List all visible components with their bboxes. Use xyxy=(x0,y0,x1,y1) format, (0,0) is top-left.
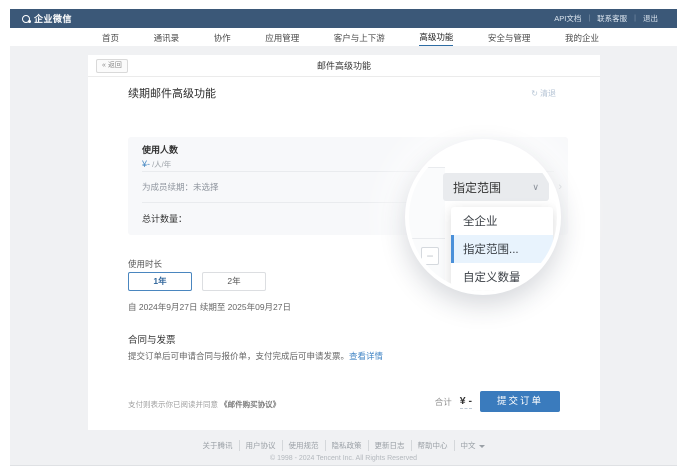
page-title: 邮件高级功能 xyxy=(88,55,600,77)
footer: 关于腾讯 用户协议 使用规范 隐私政策 更新日志 帮助中心 中文 © 1998 … xyxy=(10,440,677,462)
footer-links: 关于腾讯 用户协议 使用规范 隐私政策 更新日志 帮助中心 中文 xyxy=(10,440,677,451)
duration-options: 1年 2年 xyxy=(128,272,266,291)
divider xyxy=(409,238,445,239)
topbar: 企业微信 API文档 | 联系客服 | 退出 xyxy=(10,9,677,28)
renewal-period-text: 自 2024年9月27日 续期至 2025年09月27日 xyxy=(128,301,291,313)
api-docs-link[interactable]: API文档 xyxy=(547,13,588,24)
menu-option-specified-scope[interactable]: 指定范围... xyxy=(451,235,553,263)
wecom-logo-icon xyxy=(22,15,30,23)
topbar-links: API文档 | 联系客服 | 退出 xyxy=(547,13,665,24)
submit-order-button[interactable]: 提交订单 xyxy=(480,391,560,412)
contract-desc-text: 提交订单后可申请合同与报价单，支付完成后可申请发票。 xyxy=(128,351,349,361)
caret-down-icon xyxy=(479,445,485,448)
contract-invoice-title: 合同与发票 xyxy=(128,332,176,346)
agreement-text: 支付则表示你已阅读并同意 《邮件购买协议》 xyxy=(128,399,280,410)
magnified-box-edge xyxy=(409,167,445,291)
page: 企业微信 API文档 | 联系客服 | 退出 首页 通讯录 协作 应用管理 客户… xyxy=(0,0,688,470)
footer-help-center[interactable]: 帮助中心 xyxy=(412,440,455,451)
nav-my-enterprise[interactable]: 我的企业 xyxy=(565,29,599,46)
wecom-logo-text: 企业微信 xyxy=(34,12,72,25)
duration-label: 使用时长 xyxy=(128,258,162,270)
nav-app-management[interactable]: 应用管理 xyxy=(265,29,299,46)
scope-dropdown-menu: 全企业 指定范围... 自定义数量 xyxy=(451,207,553,291)
contract-invoice-desc: 提交订单后可申请合同与报价单，支付完成后可申请发票。查看详情 xyxy=(128,350,383,362)
refund-label: 清退 xyxy=(540,88,556,99)
agreement-prefix: 支付则表示你已阅读并同意 xyxy=(128,400,220,409)
price-unit: /人/年 xyxy=(150,160,171,169)
main-nav: 首页 通讯录 协作 应用管理 客户与上下游 高级功能 安全与管理 我的企业 xyxy=(10,28,677,46)
scope-dropdown-trigger[interactable]: 指定范围 ∨ xyxy=(443,173,549,201)
scope-dropdown-value: 指定范围 xyxy=(453,179,501,196)
view-details-link[interactable]: 查看详情 xyxy=(349,351,383,361)
back-button[interactable]: « 返回 xyxy=(96,59,128,73)
back-label: 返回 xyxy=(108,60,122,72)
back-icon: « xyxy=(102,60,106,72)
refund-link[interactable]: ↻ 清退 xyxy=(531,88,556,99)
magnifier-content: − 指定范围 ∨ 全企业 指定范围... 自定义数量 xyxy=(409,143,557,291)
total-label: 合计 xyxy=(435,396,452,408)
nav-contacts[interactable]: 通讯录 xyxy=(154,29,180,46)
card-header: « 返回 邮件高级功能 xyxy=(88,55,600,77)
footer-changelog[interactable]: 更新日志 xyxy=(369,440,412,451)
content-area: « 返回 邮件高级功能 续期邮件高级功能 ↻ 清退 使用人数 ¥- /人/年 为… xyxy=(10,46,677,466)
refund-icon: ↻ xyxy=(531,89,538,98)
nav-customers[interactable]: 客户与上下游 xyxy=(334,29,385,46)
nav-collaboration[interactable]: 协作 xyxy=(214,29,231,46)
logout-link[interactable]: 退出 xyxy=(636,13,665,24)
nav-security-management[interactable]: 安全与管理 xyxy=(488,29,531,46)
total-quantity-label: 总计数量： xyxy=(142,214,187,224)
footer-usage-rules[interactable]: 使用规范 xyxy=(283,440,326,451)
menu-option-whole-company[interactable]: 全企业 xyxy=(451,207,553,235)
duration-1year-button[interactable]: 1年 xyxy=(128,272,192,291)
copyright-text: © 1998 - 2024 Tencent Inc. All Rights Re… xyxy=(10,455,677,462)
menu-option-custom-quantity[interactable]: 自定义数量 xyxy=(451,263,553,291)
purchase-agreement-link[interactable]: 《邮件购买协议》 xyxy=(220,400,280,409)
footer-about-tencent[interactable]: 关于腾讯 xyxy=(197,440,240,451)
renew-label: 为成员续期： xyxy=(142,182,193,192)
nav-home[interactable]: 首页 xyxy=(102,29,119,46)
nav-advanced-features[interactable]: 高级功能 xyxy=(419,28,453,47)
total-amount: ¥ - xyxy=(460,395,472,409)
wecom-logo: 企业微信 xyxy=(22,12,72,25)
footer-user-agreement[interactable]: 用户协议 xyxy=(240,440,283,451)
quantity-minus-button[interactable]: − xyxy=(421,247,439,265)
magnifier-spotlight: − 指定范围 ∨ 全企业 指定范围... 自定义数量 xyxy=(405,139,561,295)
section-title: 续期邮件高级功能 xyxy=(128,85,216,101)
renew-value: 未选择 xyxy=(193,182,219,192)
duration-2year-button[interactable]: 2年 xyxy=(202,272,266,291)
chevron-down-icon: ∨ xyxy=(532,182,539,193)
contact-support-link[interactable]: 联系客服 xyxy=(590,13,634,24)
pay-cluster: 合计 ¥ - 提交订单 xyxy=(435,391,560,412)
footer-privacy-policy[interactable]: 隐私政策 xyxy=(326,440,369,451)
chevron-right-icon[interactable]: › xyxy=(558,172,562,202)
footer-language-selector[interactable]: 中文 xyxy=(455,440,491,451)
